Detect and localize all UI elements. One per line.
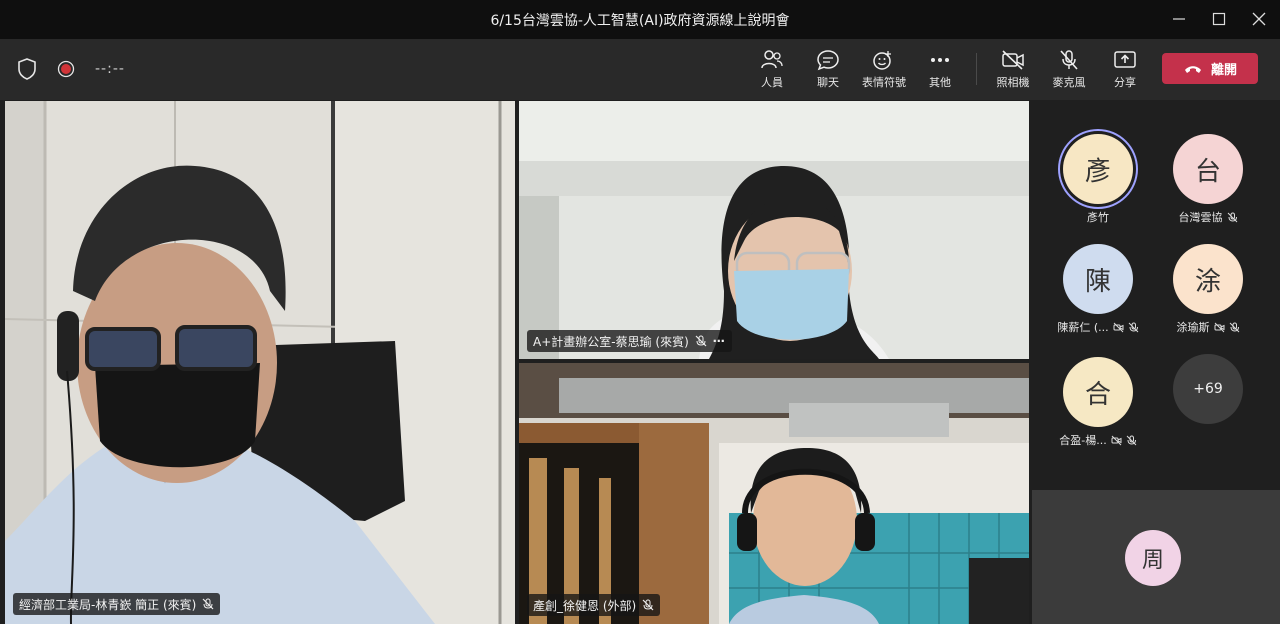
shield-icon[interactable] [17,58,37,80]
more-button[interactable]: 其他 [914,49,966,90]
title-bar: 6/15台灣雲協-人工智慧(AI)政府資源線上說明會 [0,0,1280,39]
avatar: 彥 [1063,134,1133,204]
mic-muted-icon [202,598,214,610]
maximize-icon [1212,12,1226,26]
minimize-icon [1173,18,1185,20]
avatar-initial: 台 [1194,156,1221,187]
mic-button[interactable]: 麥克風 [1043,49,1095,90]
participant-name-chip: A+計畫辦公室-蔡思瑜 (來賓) ⋯ [527,330,732,352]
window-title: 6/15台灣雲協-人工智慧(AI)政府資源線上說明會 [490,13,790,29]
overflow-participants-button[interactable]: +69 [1153,354,1263,424]
participant-name: A+計畫辦公室-蔡思瑜 (來賓) [533,334,689,349]
self-view[interactable]: 周 [1032,490,1280,624]
chat-button[interactable]: 聊天 [802,49,854,90]
camera-off-icon [1111,435,1122,445]
people-icon [761,50,783,69]
avatar-initial: 陳 [1084,266,1111,297]
camera-off-icon [1214,322,1224,332]
roster-name: 陳薪仁 (... [1057,321,1109,334]
roster-item[interactable]: 合 合盈-楊... [1043,357,1153,448]
overflow-count-badge: +69 [1173,354,1243,424]
people-label: 人員 [761,76,783,89]
video-tile-top[interactable]: A+計畫辦公室-蔡思瑜 (來賓) ⋯ [519,101,1029,359]
camera-off-icon [1113,322,1124,332]
participant-video [519,363,1029,624]
avatar-initial: 彥 [1084,156,1111,187]
meeting-timer: --:-- [95,61,125,77]
avatar-initial: 合 [1084,379,1111,410]
mic-muted-icon [1229,322,1239,332]
roster-name: 台灣雲協 [1178,211,1223,224]
mic-muted-icon [1128,322,1138,332]
mic-muted-icon [1126,435,1137,445]
share-icon [1114,51,1136,68]
leave-button[interactable]: 離開 [1162,53,1258,84]
avatar: 台 [1173,134,1243,204]
mic-muted-icon [1227,212,1237,222]
avatar: 涂 [1173,244,1243,314]
share-button[interactable]: 分享 [1099,49,1151,90]
roster-item[interactable]: 陳 陳薪仁 (... [1043,244,1153,335]
camera-label: 照相機 [996,76,1030,89]
emoji-icon [873,51,891,70]
toolbar-divider [976,53,977,85]
close-window-button[interactable] [1246,7,1272,31]
leave-label: 離開 [1210,63,1237,78]
participant-roster: 彥 彥竹 台 台灣雲協 陳 陳薪仁 (... 涂 涂瑜斯 合 合盈-楊... +… [1032,101,1280,488]
participant-video [5,101,515,624]
meeting-toolbar: --:-- 人員 聊天 表情符號 其他 照相機 麥克風 分享 離開 [0,39,1280,100]
chat-icon [817,50,839,71]
more-options-icon[interactable]: ⋯ [713,334,726,348]
roster-item[interactable]: 台 台灣雲協 [1153,134,1263,225]
roster-item[interactable]: 涂 涂瑜斯 [1153,244,1263,335]
roster-item[interactable]: 彥 彥竹 [1043,134,1153,225]
mic-off-icon [1060,50,1078,70]
mic-muted-icon [642,599,654,611]
reactions-button[interactable]: 表情符號 [858,49,910,90]
avatar-initial: 涂 [1194,266,1221,297]
chat-label: 聊天 [817,76,839,89]
video-tile-main[interactable]: 經濟部工業局-林青嶔 簡正 (來賓) [5,101,515,624]
people-button[interactable]: 人員 [746,49,798,90]
mic-muted-icon [695,335,707,347]
more-label: 其他 [929,76,951,89]
participant-name: 產創_徐健恩 (外部) [533,598,637,613]
overflow-count: +69 [1193,381,1223,397]
self-avatar: 周 [1125,530,1181,586]
maximize-button[interactable] [1206,7,1232,31]
avatar: 合 [1063,357,1133,427]
share-label: 分享 [1114,76,1136,89]
more-icon [931,58,949,62]
participant-name: 經濟部工業局-林青嶔 簡正 (來賓) [19,597,197,612]
roster-name: 涂瑜斯 [1176,321,1210,334]
recording-icon [57,60,75,78]
roster-name: 彥竹 [1087,211,1109,224]
reactions-label: 表情符號 [862,76,906,89]
mic-label: 麥克風 [1052,76,1086,89]
hang-up-icon [1184,65,1201,73]
participant-name-chip: 產創_徐健恩 (外部) [527,594,661,616]
camera-off-icon [1002,50,1024,70]
close-icon [1252,12,1266,26]
avatar: 陳 [1063,244,1133,314]
avatar-initial: 周 [1141,548,1164,573]
participant-name-chip: 經濟部工業局-林青嶔 簡正 (來賓) [13,593,221,615]
participant-video [519,101,1029,359]
video-tile-bottom[interactable]: 產創_徐健恩 (外部) [519,363,1029,624]
roster-name: 合盈-楊... [1059,434,1107,447]
minimize-button[interactable] [1166,7,1192,31]
camera-button[interactable]: 照相機 [987,49,1039,90]
